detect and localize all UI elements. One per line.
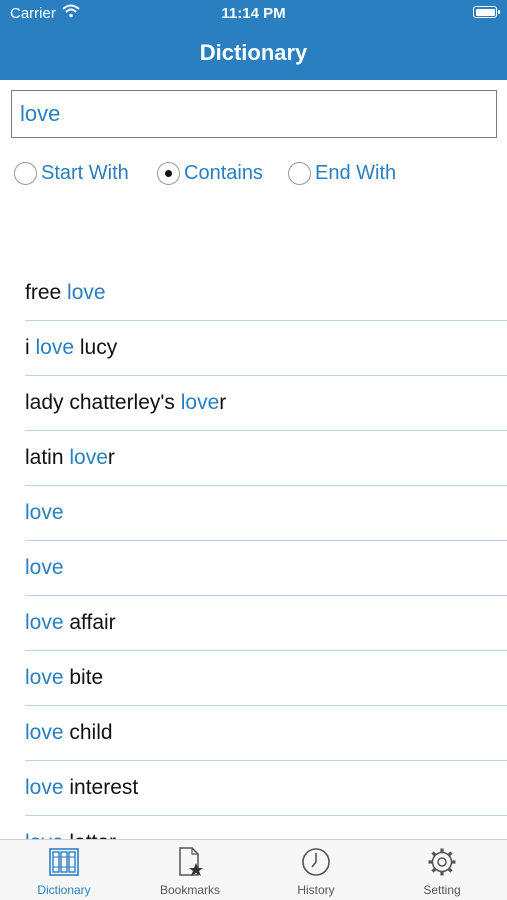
list-item[interactable]: love bite <box>25 651 507 706</box>
item-prefix: free <box>25 281 68 304</box>
item-match: love <box>25 556 64 579</box>
item-prefix: i <box>25 336 36 359</box>
option-start-with[interactable]: Start With <box>14 158 129 188</box>
status-time: 11:14 PM <box>221 5 286 22</box>
tab-bookmarks-label: Bookmarks <box>159 883 221 897</box>
search-input[interactable] <box>11 90 497 138</box>
list-item[interactable]: love interest <box>25 761 507 816</box>
results-list: free love i love lucy lady chatterley's … <box>0 266 507 840</box>
item-match: love <box>35 336 75 359</box>
item-match: love <box>25 721 64 744</box>
item-prefix: lady chatterley's <box>25 391 181 414</box>
list-item[interactable]: love <box>25 541 507 596</box>
option-end-with-label: End With <box>315 161 397 184</box>
item-match: love <box>25 776 64 799</box>
tab-history[interactable]: History <box>253 840 379 900</box>
status-bar: Carrier 11:14 PM <box>0 0 507 28</box>
list-item[interactable]: love letter <box>25 816 507 840</box>
radio-start-with[interactable] <box>14 161 37 185</box>
list-item[interactable]: free love <box>25 266 507 321</box>
item-match: love <box>25 611 64 634</box>
item-match: love <box>69 446 108 469</box>
item-suffix: bite <box>63 666 104 689</box>
item-prefix: latin <box>25 446 70 469</box>
tab-setting-label: Setting <box>423 883 461 897</box>
item-suffix: r <box>219 391 227 414</box>
list-item[interactable]: love child <box>25 706 507 761</box>
list-item[interactable]: lady chatterley's love r <box>25 376 507 431</box>
clock-icon <box>302 848 330 876</box>
item-suffix: affair <box>63 611 116 634</box>
list-item[interactable]: love <box>25 486 507 541</box>
option-contains[interactable]: Contains <box>157 158 263 188</box>
item-suffix: interest <box>63 776 139 799</box>
item-suffix: r <box>107 446 115 469</box>
item-match: love <box>25 501 64 524</box>
gear-icon <box>428 848 456 876</box>
option-end-with[interactable]: End With <box>288 158 396 188</box>
item-suffix: child <box>63 721 113 744</box>
item-suffix: lucy <box>74 336 118 359</box>
tab-bookmarks[interactable]: Bookmarks <box>127 840 253 900</box>
radio-end-with[interactable] <box>288 161 311 185</box>
item-match: love <box>25 666 64 689</box>
tab-setting[interactable]: Setting <box>379 840 505 900</box>
page-title: Dictionary <box>199 40 308 65</box>
radio-contains[interactable] <box>157 161 180 185</box>
tab-bar: Dictionary Bookmarks History Setting <box>0 839 507 900</box>
tab-dictionary-label: Dictionary <box>37 883 91 897</box>
books-icon <box>49 848 79 876</box>
option-contains-label: Contains <box>184 161 263 184</box>
option-start-with-label: Start With <box>41 161 129 184</box>
battery-icon <box>473 6 500 18</box>
bookmark-document-icon <box>179 847 203 876</box>
tab-history-label: History <box>297 883 335 897</box>
item-match: love <box>67 281 106 304</box>
search-mode-options: Start With Contains End With <box>14 158 494 188</box>
navigation-bar: Dictionary <box>0 28 507 80</box>
list-item[interactable]: latin love r <box>25 431 507 486</box>
list-item[interactable]: love affair <box>25 596 507 651</box>
list-item[interactable]: i love lucy <box>25 321 507 376</box>
tab-dictionary[interactable]: Dictionary <box>1 840 127 900</box>
item-match: love <box>180 391 220 414</box>
